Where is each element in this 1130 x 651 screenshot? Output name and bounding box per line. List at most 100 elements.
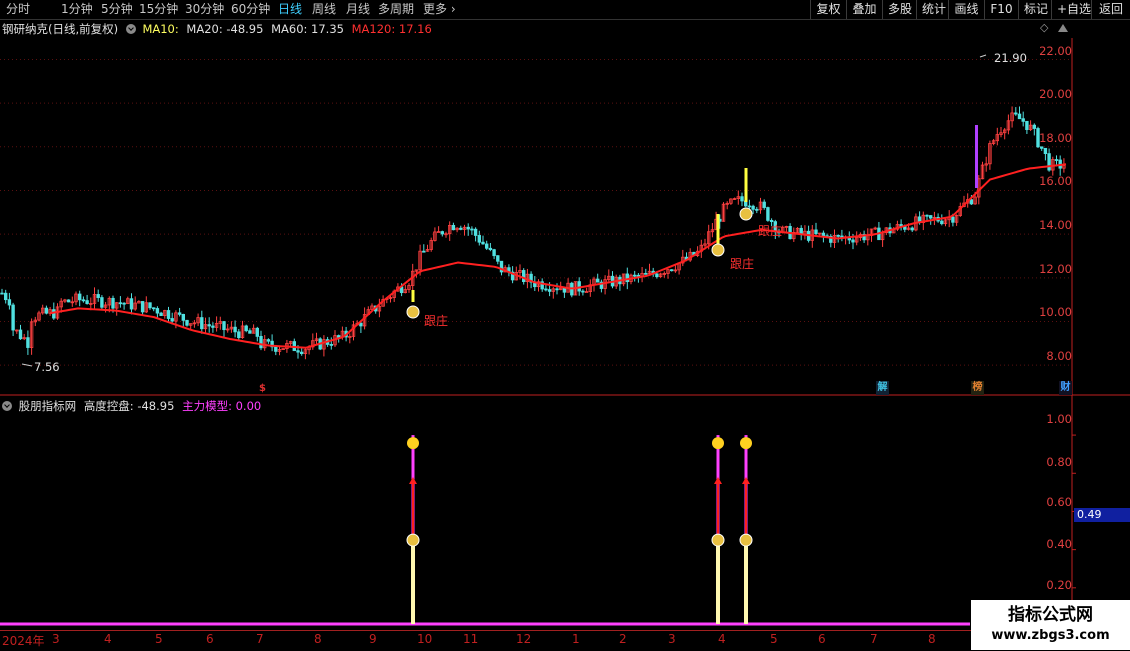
mark-button[interactable]: 标记	[1018, 0, 1051, 19]
price-tick: 18.00	[1039, 131, 1072, 145]
candle-body	[633, 274, 637, 277]
event-tag-cai[interactable]: 财	[1059, 381, 1072, 395]
date-label: 6	[818, 632, 826, 646]
signal-arrow-head	[714, 477, 722, 484]
money-bag-icon	[739, 207, 753, 221]
diamond-icon[interactable]: ◇	[1040, 21, 1048, 34]
candle-body	[255, 327, 259, 337]
signal-column-lower	[744, 540, 748, 624]
follow-label: 跟庄	[730, 257, 755, 271]
add-watchlist-button[interactable]: +自选	[1051, 0, 1091, 19]
candle-body	[1025, 120, 1029, 130]
period-weekly[interactable]: 周线	[312, 1, 336, 18]
smiley-icon	[407, 437, 419, 450]
stats-button[interactable]: 统计	[916, 0, 948, 19]
candle-body	[1040, 146, 1044, 149]
candle-body	[66, 299, 71, 303]
high-marker	[979, 54, 987, 58]
date-label: 4	[718, 632, 726, 646]
period-fenshi[interactable]: 分时	[6, 1, 30, 18]
candle-body	[359, 322, 363, 327]
candle-body	[644, 272, 648, 275]
date-label: 1	[572, 632, 580, 646]
period-monthly[interactable]: 月线	[346, 1, 370, 18]
candle-body	[555, 288, 559, 291]
money-bag-icon	[711, 533, 725, 547]
smiley-icon	[740, 437, 752, 450]
candle-body	[26, 337, 30, 348]
candle-body	[851, 239, 855, 243]
money-bag-icon	[406, 305, 420, 319]
candle-body	[81, 299, 86, 302]
event-tag-jie[interactable]: 解	[876, 381, 889, 395]
candle-body	[233, 326, 237, 333]
candle-body	[11, 304, 15, 331]
follow-label: 跟庄	[758, 224, 783, 238]
sub-tick: 0.20	[1046, 578, 1072, 592]
multi-stock-button[interactable]: 多股	[882, 0, 916, 19]
candle-body	[274, 346, 278, 352]
candle-body	[44, 307, 49, 314]
period-15min[interactable]: 15分钟	[139, 1, 178, 18]
candle-body	[755, 208, 759, 211]
date-label: 10	[417, 632, 433, 646]
candle-body	[562, 287, 567, 293]
date-label: 7	[256, 632, 264, 646]
candle-body	[969, 199, 974, 205]
signal-bar	[744, 168, 748, 202]
period-1min[interactable]: 1分钟	[61, 1, 93, 18]
candle-body	[166, 310, 171, 319]
period-30min[interactable]: 30分钟	[185, 1, 224, 18]
watermark-url: www.zbgs3.com	[991, 628, 1110, 643]
date-label: 3	[52, 632, 60, 646]
candle-body	[52, 309, 56, 319]
signal-bar-purple	[975, 125, 978, 188]
f10-button[interactable]: F10	[984, 0, 1018, 19]
overlay-button[interactable]: 叠加	[846, 0, 882, 19]
candle-body	[207, 324, 211, 327]
period-60min[interactable]: 60分钟	[231, 1, 270, 18]
collapse-circle-icon[interactable]	[125, 24, 136, 34]
candle-body	[459, 227, 463, 230]
candle-body	[78, 293, 82, 301]
date-label: 2	[619, 632, 627, 646]
candle-body	[170, 318, 174, 322]
ma60-label: MA60: 17.35	[271, 22, 344, 36]
candle-body	[925, 214, 929, 217]
date-label: 5	[155, 632, 163, 646]
price-tick: 16.00	[1039, 174, 1072, 188]
price-tick: 12.00	[1039, 262, 1072, 276]
candle-body	[836, 234, 840, 237]
candle-body	[200, 317, 204, 330]
price-tick: 20.00	[1039, 87, 1072, 101]
period-daily[interactable]: 日线	[278, 1, 302, 18]
candle-body	[129, 298, 134, 310]
triangle-up-icon[interactable]	[1058, 24, 1068, 32]
candle-body	[148, 302, 152, 309]
draw-line-button[interactable]: 画线	[948, 0, 984, 19]
event-tag-bang[interactable]: 榜	[971, 381, 984, 395]
signal-arrow-head	[742, 477, 750, 484]
event-tag-dollar[interactable]: $	[256, 382, 269, 396]
candle-body	[470, 228, 474, 231]
back-button[interactable]: 返回	[1091, 0, 1130, 19]
candle-body	[951, 216, 955, 223]
candle-body	[1014, 112, 1018, 115]
money-bag-icon	[406, 533, 420, 547]
date-label: 11	[463, 632, 479, 646]
candle-body	[747, 205, 752, 208]
candle-body	[544, 288, 548, 291]
fuquan-button[interactable]: 复权	[810, 0, 846, 19]
candle-body	[466, 226, 470, 230]
candle-body	[266, 339, 271, 342]
candle-body	[910, 227, 914, 231]
money-bag-icon	[739, 533, 753, 547]
candle-body	[751, 205, 755, 210]
candle-body	[436, 231, 441, 233]
candle-body	[140, 301, 145, 313]
period-5min[interactable]: 5分钟	[101, 1, 133, 18]
candle-body	[440, 231, 444, 235]
period-more[interactable]: 更多 ›	[423, 1, 456, 18]
stock-title: 钢研纳克(日线,前复权)	[2, 22, 119, 36]
period-multi[interactable]: 多周期	[378, 1, 414, 18]
